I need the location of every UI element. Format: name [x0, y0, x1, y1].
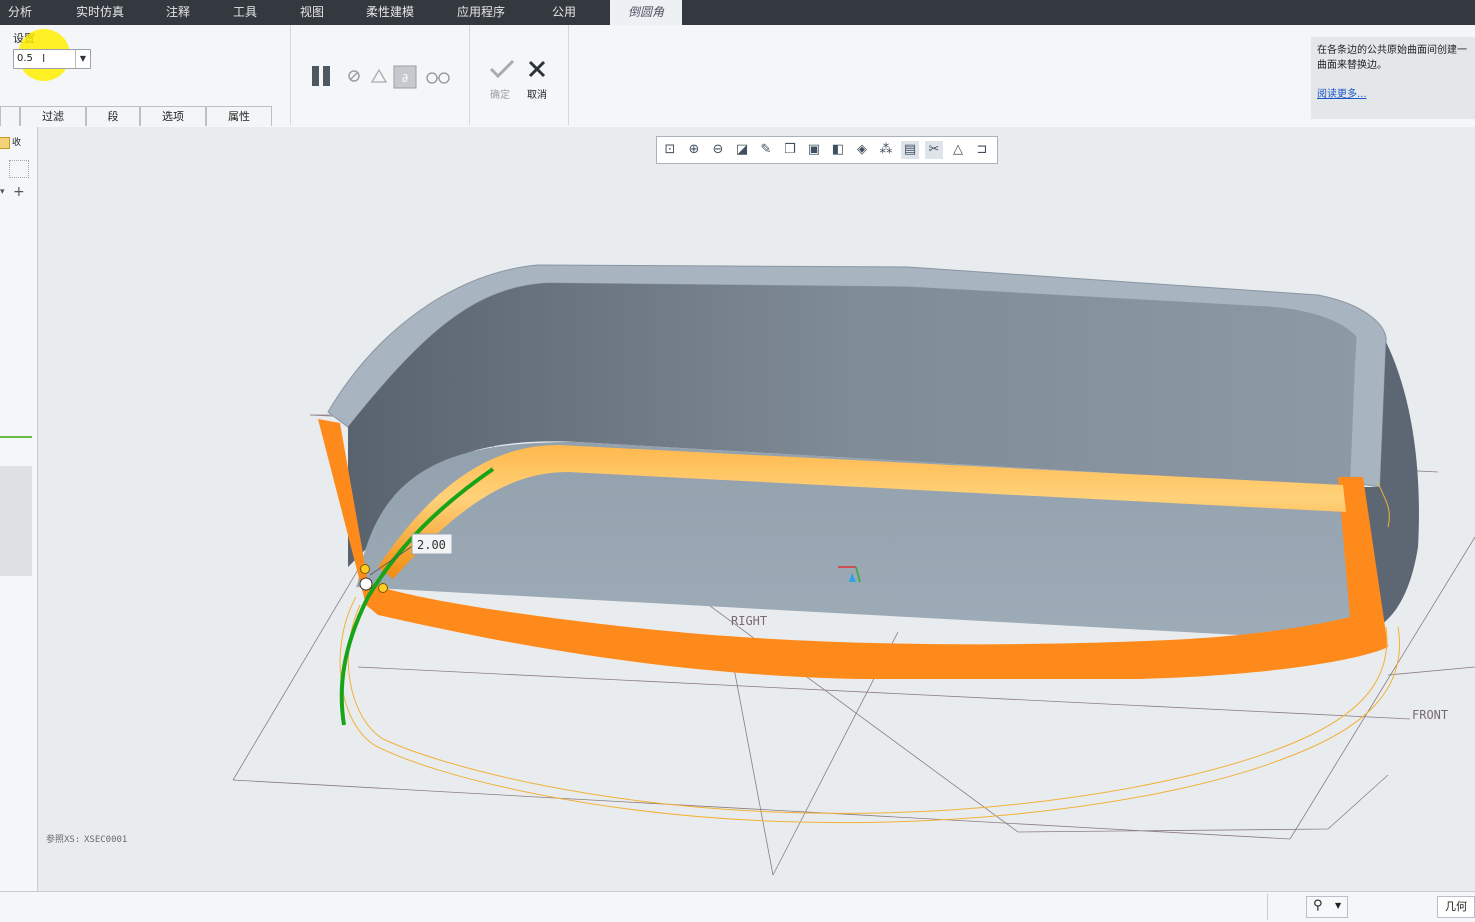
menu-item-view[interactable]: 视图 [300, 0, 324, 25]
zoom-fit-icon[interactable]: ⊡ [661, 141, 679, 159]
x-icon[interactable] [527, 59, 547, 79]
ok-label[interactable]: 确定 [490, 86, 510, 101]
stop-icon[interactable] [346, 68, 362, 84]
section-icon[interactable]: △ [949, 141, 967, 159]
find-button[interactable]: ⚲ ▼ [1306, 896, 1348, 918]
annotation-display-icon[interactable]: ▤ [901, 141, 919, 159]
menu-item-tools[interactable]: 工具 [233, 0, 257, 25]
menu-item-annotate[interactable]: 注释 [166, 0, 190, 25]
radius-value[interactable]: 0.5 [17, 53, 33, 64]
tab-filter[interactable]: 过滤 [20, 106, 86, 126]
ribbon-separator [469, 25, 470, 125]
radius-handle[interactable] [359, 577, 373, 591]
zoom-in-icon[interactable]: ⊕ [685, 141, 703, 159]
binoculars-icon: ⚲ [1313, 898, 1323, 913]
preview-icon[interactable] [369, 66, 389, 86]
left-pane-panel [0, 466, 32, 576]
collapse-label[interactable]: 收 [12, 135, 21, 148]
tab-options[interactable]: 选项 [140, 106, 206, 126]
plane-label-right: RIGHT [731, 614, 767, 628]
model-canvas[interactable]: 2.00 RIGHT FRONT 参照XS: XSEC0001 [38, 127, 1475, 891]
check-icon[interactable] [488, 57, 516, 81]
chevron-down-icon: ▼ [1335, 901, 1342, 910]
tab-properties[interactable]: 属性 [206, 106, 272, 126]
reorient-icon[interactable]: ✎ [757, 141, 775, 159]
ribbon-separator [568, 25, 569, 125]
spin-center-icon[interactable]: ✂ [925, 141, 943, 159]
help-text: 在各条边的公共原始曲面间创建一曲面来替换边。 [1317, 45, 1467, 71]
menu-item-flexible-modeling[interactable]: 柔性建模 [366, 0, 414, 25]
zoom-out-icon[interactable]: ⊖ [709, 141, 727, 159]
chevron-down-icon[interactable]: ▼ [75, 50, 90, 68]
plane-label-front: FRONT [1412, 708, 1448, 722]
menu-item-common[interactable]: 公用 [552, 0, 576, 25]
cancel-label[interactable]: 取消 [527, 86, 547, 101]
menu-bar: 分析 实时仿真 注释 工具 视图 柔性建模 应用程序 公用 倒圆角 [0, 0, 1475, 25]
verify-icon[interactable]: ∂ [393, 65, 417, 89]
display-style-icon[interactable]: ▣ [805, 141, 823, 159]
folder-icon[interactable] [0, 137, 10, 149]
status-bar: ⚲ ▼ 几何 [0, 891, 1475, 922]
perspective-icon[interactable]: ◧ [829, 141, 847, 159]
tab-round[interactable]: 倒圆角 [610, 0, 683, 25]
graphics-viewport[interactable]: 2.00 RIGHT FRONT 参照XS: XSEC0001 [38, 127, 1475, 891]
view-manager-icon[interactable]: ◈ [853, 141, 871, 159]
tree-filter-icon[interactable] [9, 160, 29, 178]
splitter-bar[interactable] [0, 436, 32, 438]
annotation-icon[interactable]: ⊐ [973, 141, 991, 159]
xsec-label: XSEC0001 [84, 835, 127, 845]
pause-icon[interactable] [310, 64, 334, 88]
xsec-prefix: 参照XS: [46, 833, 80, 845]
plus-icon[interactable]: + [13, 184, 25, 200]
view-toolbar: ⊡ ⊕ ⊖ ◪ ✎ ❒ ▣ ◧ ◈ ⁂ ▤ ✂ △ ⊐ [656, 136, 998, 164]
radius-combo[interactable]: 0.5 I ▼ [13, 49, 91, 69]
ribbon-separator [290, 25, 291, 125]
menu-item-applications[interactable]: 应用程序 [457, 0, 505, 25]
menu-item-analysis[interactable]: 分析 [8, 0, 32, 25]
text-cursor-icon: I [42, 52, 46, 65]
help-panel: 在各条边的公共原始曲面间创建一曲面来替换边。 阅读更多... [1311, 37, 1475, 119]
tab-segments[interactable]: 段 [86, 106, 140, 126]
repaint-icon[interactable]: ◪ [733, 141, 751, 159]
svg-text:∂: ∂ [402, 71, 408, 85]
datum-display-icon[interactable]: ⁂ [877, 141, 895, 159]
drag-handle[interactable] [378, 583, 388, 593]
glasses-icon[interactable] [425, 69, 451, 85]
dimension-value[interactable]: 2.00 [417, 538, 446, 552]
model-tree-pane: 收 ▾ + [0, 127, 38, 891]
saved-views-icon[interactable]: ❒ [781, 141, 799, 159]
status-separator [1267, 894, 1268, 920]
read-more-link[interactable]: 阅读更多... [1317, 89, 1367, 100]
drag-handle[interactable] [360, 564, 370, 574]
menu-item-simulation[interactable]: 实时仿真 [76, 0, 124, 25]
arrow-icon[interactable]: ▾ [0, 187, 5, 197]
geometry-filter[interactable]: 几何 [1437, 896, 1475, 918]
tab-first[interactable] [0, 106, 20, 126]
